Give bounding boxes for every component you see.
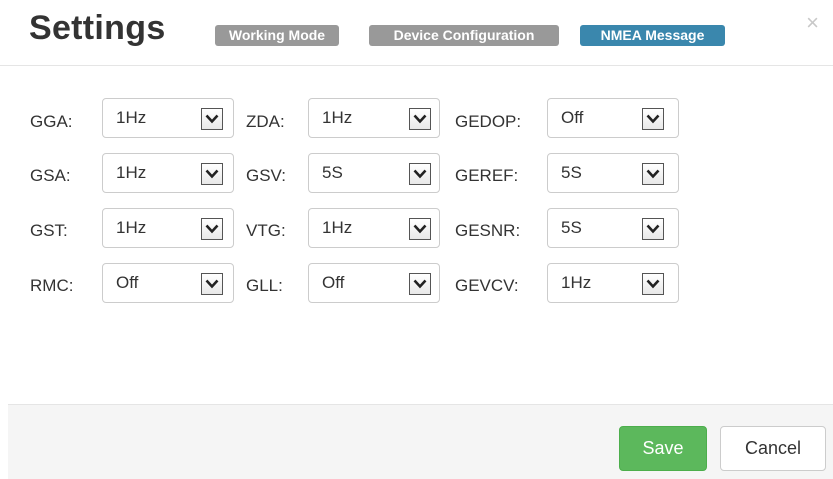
close-icon[interactable]: ×	[806, 12, 819, 34]
chevron-down-icon[interactable]	[409, 273, 431, 295]
gsa-value: 1Hz	[116, 163, 147, 182]
gsa-label: GSA:	[30, 166, 71, 185]
gga-label: GGA:	[30, 112, 73, 131]
cancel-button[interactable]: Cancel	[720, 426, 826, 471]
gga-select[interactable]: 1Hz	[102, 98, 234, 138]
tab-device-configuration[interactable]: Device Configuration	[369, 25, 559, 46]
geref-select[interactable]: 5S	[547, 153, 679, 193]
gsv-label: GSV:	[246, 166, 286, 185]
zda-label: ZDA:	[246, 112, 285, 131]
chevron-down-icon[interactable]	[201, 218, 223, 240]
dialog-title: Settings	[29, 9, 166, 47]
rmc-select[interactable]: Off	[102, 263, 234, 303]
gsv-select[interactable]: 5S	[308, 153, 440, 193]
chevron-down-icon[interactable]	[409, 163, 431, 185]
gedop-value: Off	[561, 108, 584, 127]
gesnr-value: 5S	[561, 218, 582, 237]
gsv-value: 5S	[322, 163, 343, 182]
chevron-down-icon[interactable]	[642, 218, 664, 240]
gst-value: 1Hz	[116, 218, 147, 237]
gevcv-label: GEVCV:	[455, 276, 519, 295]
gsa-select[interactable]: 1Hz	[102, 153, 234, 193]
chevron-down-icon[interactable]	[642, 108, 664, 130]
gll-select[interactable]: Off	[308, 263, 440, 303]
vtg-select[interactable]: 1Hz	[308, 208, 440, 248]
geref-value: 5S	[561, 163, 582, 182]
gst-label: GST:	[30, 221, 68, 240]
dialog-header: Settings Working Mode Device Configurati…	[0, 0, 833, 66]
gedop-select[interactable]: Off	[547, 98, 679, 138]
gst-select[interactable]: 1Hz	[102, 208, 234, 248]
save-button[interactable]: Save	[619, 426, 707, 471]
dialog-footer: Save Cancel	[8, 404, 833, 479]
zda-value: 1Hz	[322, 108, 353, 127]
settings-dialog: Settings Working Mode Device Configurati…	[0, 0, 833, 479]
chevron-down-icon[interactable]	[409, 218, 431, 240]
chevron-down-icon[interactable]	[201, 108, 223, 130]
rmc-value: Off	[116, 273, 139, 292]
chevron-down-icon[interactable]	[409, 108, 431, 130]
chevron-down-icon[interactable]	[642, 163, 664, 185]
gll-value: Off	[322, 273, 345, 292]
chevron-down-icon[interactable]	[201, 163, 223, 185]
gesnr-select[interactable]: 5S	[547, 208, 679, 248]
gesnr-label: GESNR:	[455, 221, 521, 240]
tab-working-mode[interactable]: Working Mode	[215, 25, 339, 46]
vtg-value: 1Hz	[322, 218, 353, 237]
gevcv-select[interactable]: 1Hz	[547, 263, 679, 303]
gga-value: 1Hz	[116, 108, 147, 127]
gedop-label: GEDOP:	[455, 112, 522, 131]
chevron-down-icon[interactable]	[642, 273, 664, 295]
tab-nmea-message[interactable]: NMEA Message	[580, 25, 725, 46]
vtg-label: VTG:	[246, 221, 286, 240]
zda-select[interactable]: 1Hz	[308, 98, 440, 138]
chevron-down-icon[interactable]	[201, 273, 223, 295]
gevcv-value: 1Hz	[561, 273, 592, 292]
gll-label: GLL:	[246, 276, 283, 295]
geref-label: GEREF:	[455, 166, 519, 185]
nmea-message-form: GGA: 1Hz GSA: 1Hz GST: 1Hz RMC: Off ZDA:…	[0, 66, 833, 404]
rmc-label: RMC:	[30, 276, 74, 295]
